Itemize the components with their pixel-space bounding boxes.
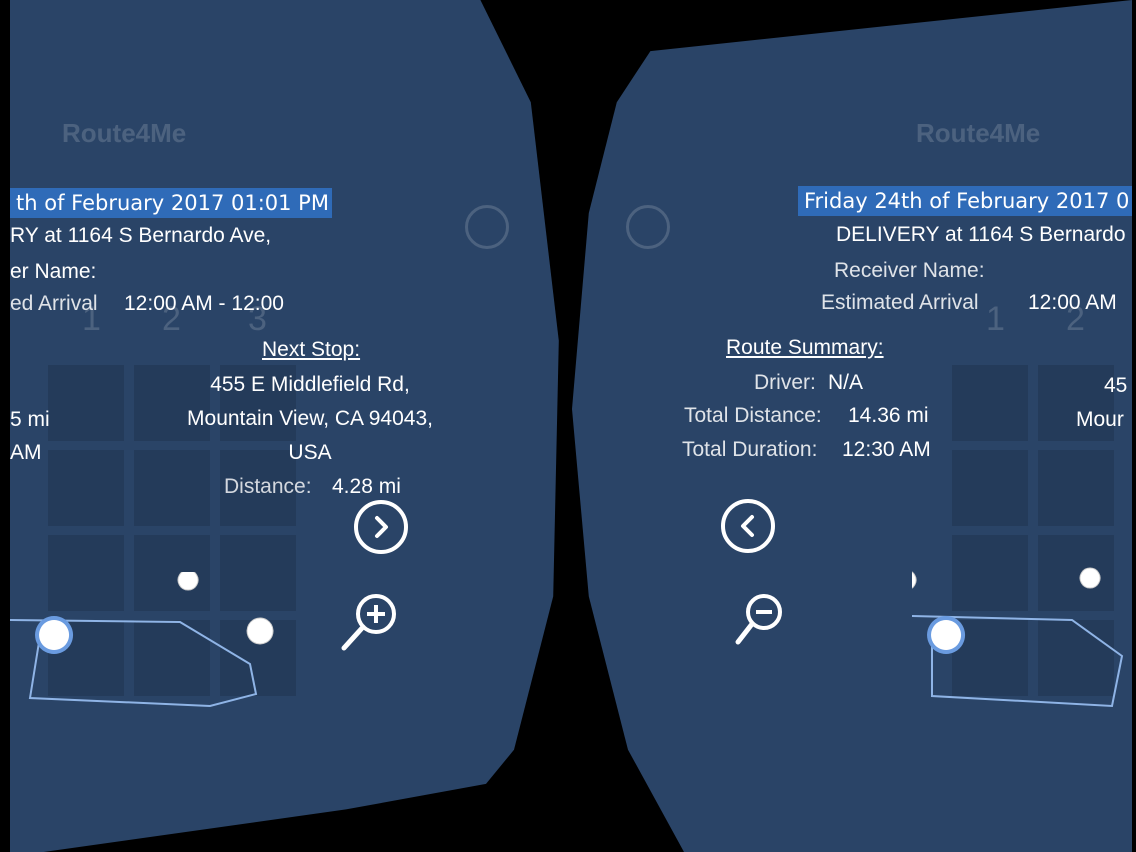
map-marker-label: 2 xyxy=(1088,574,1094,585)
left-distance-label: Distance: xyxy=(224,475,312,498)
left-next-stop-heading: Next Stop: xyxy=(262,338,361,361)
left-eye-view: Route4Me 1 2 3 th of February 2017 01:01… xyxy=(10,0,559,852)
right-grid-number: 1 xyxy=(986,300,1005,338)
previous-button[interactable] xyxy=(721,499,775,553)
left-arrival-label: ed Arrival xyxy=(10,292,98,315)
right-receiver-label: Receiver Name: xyxy=(834,259,985,282)
total-duration-label: Total Duration: xyxy=(682,438,818,461)
driver-value: N/A xyxy=(828,371,864,394)
left-address-line2: Mountain View, CA 94043, xyxy=(187,407,433,430)
right-arrival-label: Estimated Arrival xyxy=(821,291,979,314)
left-grid-cell xyxy=(48,450,124,526)
zoom-out-icon[interactable] xyxy=(732,588,792,648)
chevron-left-icon xyxy=(741,515,754,537)
right-arrival-value: 12:00 AM xyxy=(1028,291,1117,314)
right-edge-text: Mour xyxy=(1076,408,1124,431)
route-summary-heading: Route Summary: xyxy=(726,336,884,359)
map-marker-label: 1 xyxy=(258,626,264,637)
total-distance-label: Total Distance: xyxy=(684,404,822,427)
left-address-line1: 455 E Middlefield Rd, xyxy=(210,373,410,396)
right-grid-cell xyxy=(952,450,1028,526)
left-route-map: 2 1 5 xyxy=(10,572,274,708)
map-marker-icon xyxy=(912,569,917,591)
left-date-bar: th of February 2017 01:01 PM xyxy=(10,188,332,218)
right-faint-back-icon xyxy=(626,205,670,249)
right-grid-cell xyxy=(1038,450,1114,526)
right-date-bar: Friday 24th of February 2017 0 xyxy=(798,186,1132,216)
left-edge-text: AM xyxy=(10,441,42,464)
map-marker-label: 5 xyxy=(940,635,948,649)
chevron-right-icon xyxy=(375,516,388,538)
left-delivery-line: RY at 1164 S Bernardo Ave, xyxy=(10,224,272,247)
right-logo: Route4Me xyxy=(916,118,1041,148)
left-faint-next-icon xyxy=(465,205,509,249)
left-edge-text: 5 mi xyxy=(10,408,50,431)
total-distance-value: 14.36 mi xyxy=(848,404,929,427)
left-receiver-label: er Name: xyxy=(10,260,97,283)
map-marker-label: 5 xyxy=(48,637,56,651)
left-distance-value: 4.28 mi xyxy=(332,475,401,498)
total-duration-value: 12:30 AM xyxy=(842,438,931,461)
zoom-in-icon[interactable] xyxy=(338,590,402,654)
right-edge-text: 45 xyxy=(1104,374,1128,397)
left-grid-cell xyxy=(48,365,124,441)
left-address-line3: USA xyxy=(288,441,332,464)
next-stop-button[interactable] xyxy=(354,500,408,554)
right-delivery-line: DELIVERY at 1164 S Bernardo xyxy=(836,223,1126,246)
map-marker-label: 2 xyxy=(186,576,192,587)
right-route-map: 3 2 5 xyxy=(912,567,1124,708)
driver-label: Driver: xyxy=(754,371,816,394)
left-logo: Route4Me xyxy=(62,118,187,148)
right-grid-cell xyxy=(952,365,1028,441)
right-eye-view: Route4Me 1 2 Friday 24th of February 201… xyxy=(572,0,1132,852)
left-arrival-value: 12:00 AM - 12:00 xyxy=(124,292,284,315)
